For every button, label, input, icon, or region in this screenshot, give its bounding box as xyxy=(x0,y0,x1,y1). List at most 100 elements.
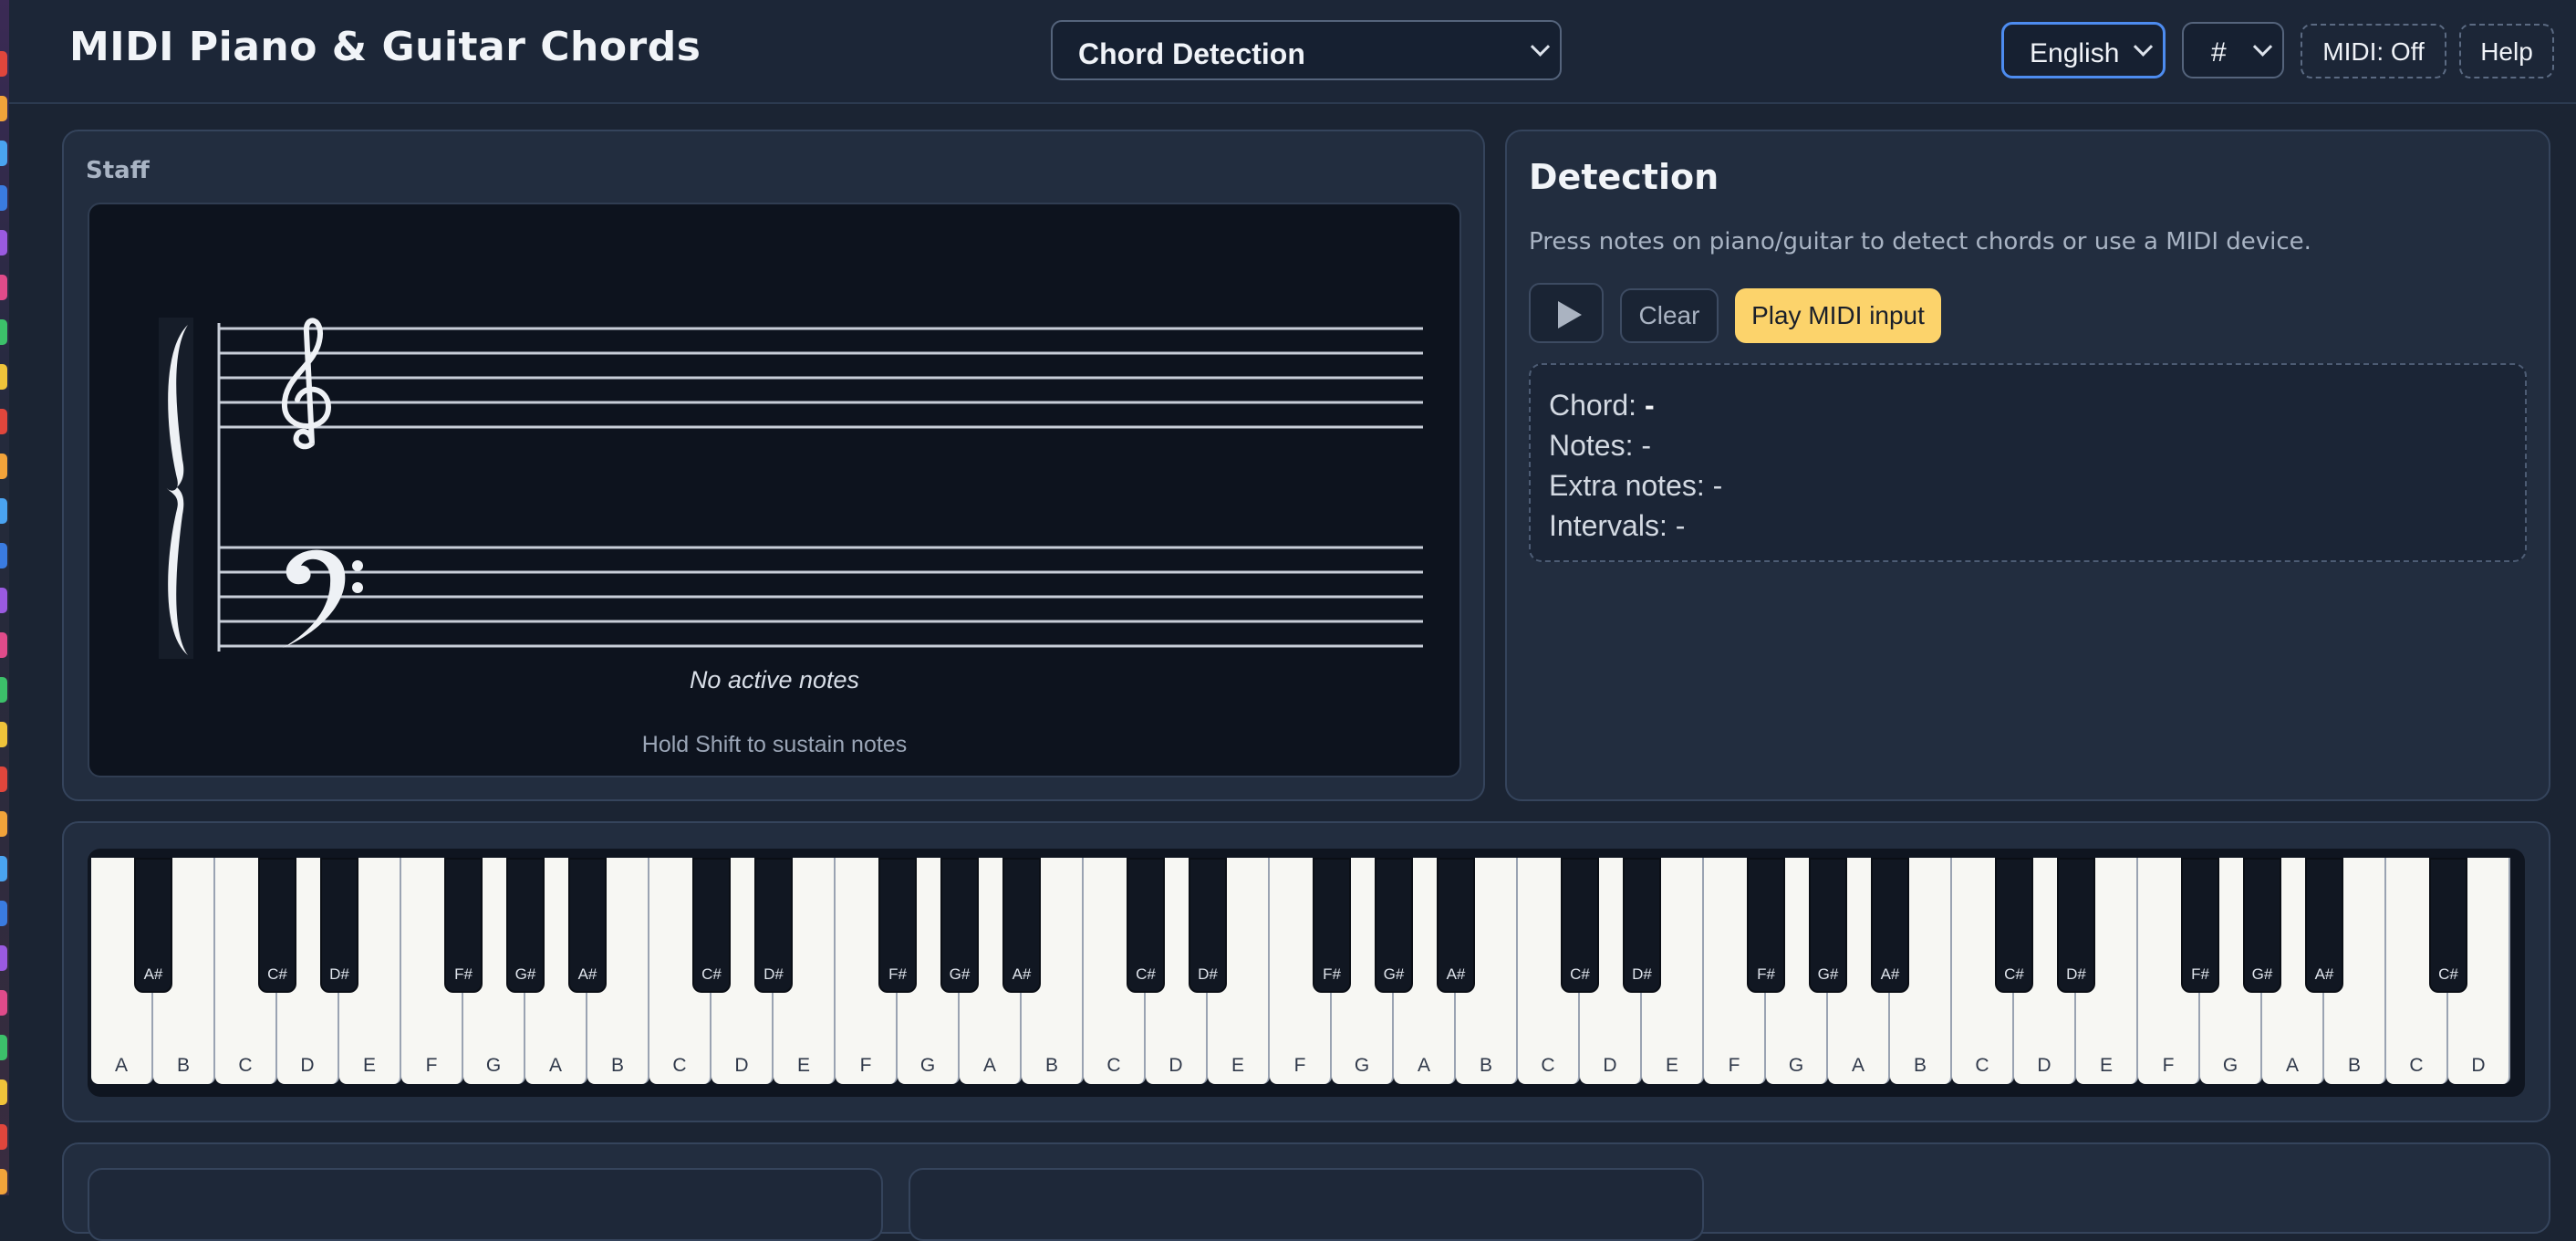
piano-black-key[interactable]: F# xyxy=(878,858,917,993)
piano-black-key[interactable]: C# xyxy=(1561,858,1599,993)
piano-key-label: C# xyxy=(1136,965,1156,983)
dock-app-icon[interactable] xyxy=(0,811,7,837)
piano-key-label: C xyxy=(1975,1055,1989,1076)
top-bar: MIDI Piano & Guitar Chords Chord Detecti… xyxy=(9,0,2576,104)
piano-black-key[interactable]: A# xyxy=(2305,858,2343,993)
dock-app-icon[interactable] xyxy=(0,677,7,703)
piano-black-key[interactable]: G# xyxy=(940,858,979,993)
dock-app-icon[interactable] xyxy=(0,1035,7,1060)
dock-app-icon[interactable] xyxy=(0,632,7,658)
piano-key-label: G xyxy=(1354,1055,1370,1076)
piano-key-label: C xyxy=(672,1055,687,1076)
piano-black-key[interactable]: C# xyxy=(1995,858,2033,993)
treble-staff-lines xyxy=(219,327,1423,429)
piano-black-key[interactable]: A# xyxy=(134,858,172,993)
piano-key-label: D xyxy=(734,1055,749,1076)
piano-key-label: A xyxy=(1851,1055,1864,1076)
notes-label: Notes: xyxy=(1549,429,1634,462)
piano-key-label: G xyxy=(919,1055,936,1076)
piano-key-label: D xyxy=(2471,1055,2486,1076)
dock-app-icon[interactable] xyxy=(0,543,7,568)
piano-black-key[interactable]: G# xyxy=(1809,858,1847,993)
dock-app-icon[interactable] xyxy=(0,901,7,926)
dock-app-icon[interactable] xyxy=(0,364,7,390)
piano-key-label: A xyxy=(982,1055,996,1076)
mode-select-value: Chord Detection xyxy=(1078,37,1305,70)
piano-key-label: F xyxy=(1728,1055,1740,1076)
piano-key-label: A# xyxy=(1012,965,1032,983)
play-button[interactable] xyxy=(1529,283,1604,343)
piano-black-key[interactable]: D# xyxy=(320,858,358,993)
piano-black-key[interactable]: F# xyxy=(1747,858,1785,993)
dock-app-icon[interactable] xyxy=(0,1124,7,1150)
dock-app-icon[interactable] xyxy=(0,588,7,613)
piano-black-key[interactable]: C# xyxy=(2429,858,2467,993)
dock-app-icon[interactable] xyxy=(0,990,7,1016)
sustain-hint: Hold Shift to sustain notes xyxy=(641,732,908,757)
dock-app-icon[interactable] xyxy=(0,1079,7,1105)
piano-key-label: A xyxy=(1417,1055,1430,1076)
staff-panel: Staff No active notes Hold Shift to sust… xyxy=(62,130,1485,801)
dock-app-icon[interactable] xyxy=(0,275,7,300)
piano-black-key[interactable]: A# xyxy=(1002,858,1041,993)
dock-app-icon[interactable] xyxy=(0,96,7,121)
dock-app-icon[interactable] xyxy=(0,51,7,77)
piano-black-key[interactable]: F# xyxy=(444,858,483,993)
piano-key-label: D xyxy=(1169,1055,1183,1076)
piano-black-key[interactable]: F# xyxy=(2181,858,2219,993)
bottom-card-right xyxy=(909,1168,1704,1241)
dock-app-icon[interactable] xyxy=(0,319,7,345)
piano-key-label: A# xyxy=(2314,965,2334,983)
clear-button[interactable]: Clear xyxy=(1620,288,1719,343)
dock-app-icon[interactable] xyxy=(0,722,7,747)
dock-app-icon[interactable] xyxy=(0,454,7,479)
language-select-value: English xyxy=(2030,38,2120,68)
accidental-select[interactable]: # xyxy=(2182,22,2284,78)
dock-app-icon[interactable] xyxy=(0,766,7,792)
play-icon xyxy=(1558,301,1582,328)
piano-black-key[interactable]: G# xyxy=(1375,858,1413,993)
piano-black-key[interactable]: A# xyxy=(568,858,607,993)
dock-app-icon[interactable] xyxy=(0,141,7,166)
notes-result: Notes: - xyxy=(1549,425,2507,465)
piano-key-label: B xyxy=(1044,1055,1058,1076)
language-select[interactable]: English xyxy=(2001,22,2166,78)
piano-black-key[interactable]: A# xyxy=(1871,858,1909,993)
piano-key-label: G# xyxy=(1383,965,1405,983)
piano-key-label: C xyxy=(2409,1055,2424,1076)
dock-app-icon[interactable] xyxy=(0,856,7,881)
piano-key-label: C# xyxy=(1570,965,1590,983)
dock-app-icon[interactable] xyxy=(0,498,7,524)
piano-key-label: D# xyxy=(1198,965,1218,983)
dock-app-icon[interactable] xyxy=(0,1169,7,1194)
piano-black-key[interactable]: D# xyxy=(1623,858,1661,993)
midi-toggle-button[interactable]: MIDI: Off xyxy=(2301,24,2446,78)
piano-key-label: A xyxy=(114,1055,128,1076)
dock-app-icon[interactable] xyxy=(0,230,7,256)
detection-result-box: Chord: - Notes: - Extra notes: - Interva… xyxy=(1529,363,2527,562)
piano-black-key[interactable]: F# xyxy=(1313,858,1351,993)
piano-black-key[interactable]: G# xyxy=(2243,858,2281,993)
piano-black-key[interactable]: G# xyxy=(506,858,545,993)
piano-black-key[interactable]: D# xyxy=(1189,858,1227,993)
extra-notes-label: Extra notes: xyxy=(1549,469,1705,502)
piano-black-key[interactable]: D# xyxy=(2057,858,2095,993)
dock-app-icon[interactable] xyxy=(0,409,7,434)
piano-key-label: E xyxy=(1665,1055,1678,1076)
piano-black-key[interactable]: D# xyxy=(754,858,793,993)
play-midi-input-button[interactable]: Play MIDI input xyxy=(1735,288,1941,343)
piano-black-key[interactable]: C# xyxy=(1127,858,1165,993)
dock-app-icon[interactable] xyxy=(0,185,7,211)
help-button[interactable]: Help xyxy=(2459,24,2554,78)
dock-app-icon[interactable] xyxy=(0,945,7,971)
piano-key-label: E xyxy=(362,1055,376,1076)
piano-black-key[interactable]: C# xyxy=(258,858,296,993)
piano-black-key[interactable]: A# xyxy=(1437,858,1475,993)
piano-panel: A B C D E F G A B C D E F G A B C D E F G A B C D E F G A B C D E F G A B C D A… xyxy=(62,821,2550,1122)
piano-key-label: D# xyxy=(329,965,349,983)
piano-key-label: D xyxy=(300,1055,315,1076)
mode-select[interactable]: Chord Detection xyxy=(1051,20,1562,80)
chevron-down-icon xyxy=(1530,36,1551,57)
piano-key-label: F# xyxy=(1323,965,1341,983)
piano-black-key[interactable]: C# xyxy=(692,858,731,993)
